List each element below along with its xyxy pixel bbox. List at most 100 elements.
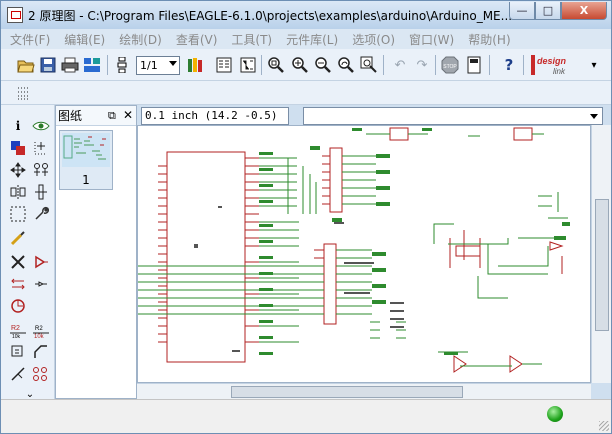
copy-icon[interactable]: [32, 161, 50, 179]
grid-dots-icon[interactable]: [15, 84, 33, 102]
coordinate-display: 0.1 inch (14.2 -0.5): [141, 107, 289, 125]
sheets-panel-title: 图纸: [58, 109, 83, 123]
sheet-thumbnail-image: [62, 133, 110, 167]
go-icon[interactable]: [465, 56, 483, 74]
toolbar-separator: [435, 55, 436, 75]
close-button[interactable]: X: [561, 2, 607, 20]
zoom-redraw-icon[interactable]: [337, 56, 355, 74]
redo-icon[interactable]: ↷: [413, 56, 431, 74]
print-icon[interactable]: [61, 56, 79, 74]
vertical-scrollbar[interactable]: [591, 125, 611, 383]
menu-options[interactable]: 选项(O): [345, 31, 402, 48]
replace-icon[interactable]: [9, 297, 27, 315]
mirror-icon[interactable]: [9, 183, 27, 201]
menu-library[interactable]: 元件库(L): [279, 31, 345, 48]
svg-text:design: design: [537, 56, 567, 66]
vertical-scrollbar-thumb[interactable]: [595, 199, 609, 331]
schematic-app-icon: [7, 7, 23, 23]
zoom-fit-icon[interactable]: [267, 56, 285, 74]
value-label-icon[interactable]: R2 10k: [32, 321, 50, 339]
sheets-panel-float-icon[interactable]: ⧉: [108, 109, 116, 123]
svg-text:10k: 10k: [12, 334, 21, 338]
library-icon[interactable]: [187, 56, 205, 74]
menu-help[interactable]: 帮助(H): [461, 31, 517, 48]
show-eye-icon[interactable]: [32, 117, 50, 135]
tool-palette: i R2 10k R2 10k ⌄: [1, 105, 55, 400]
move-icon[interactable]: [9, 161, 27, 179]
chevron-down-icon[interactable]: [590, 114, 598, 119]
zoom-area-icon[interactable]: [360, 56, 378, 74]
status-ready-indicator-icon: [547, 406, 563, 422]
paste-brush-icon[interactable]: [9, 229, 27, 247]
toolbar-separator: [107, 55, 108, 75]
chevron-down-icon: [169, 61, 177, 66]
svg-text:R2: R2: [11, 325, 20, 332]
sheet-select-value: 1/1: [140, 59, 158, 72]
invoke-icon[interactable]: [32, 365, 50, 383]
info-icon[interactable]: i: [9, 117, 27, 135]
help-icon[interactable]: ?: [500, 56, 518, 74]
sheets-panel-header: 图纸 ⧉ ✕: [56, 106, 136, 126]
svg-text:R2: R2: [35, 326, 43, 332]
split-icon[interactable]: [9, 365, 27, 383]
menu-bar: 文件(F) 编辑(E) 绘制(D) 查看(V) 工具(T) 元件库(L) 选项(…: [1, 29, 611, 49]
stop-icon[interactable]: STOP: [441, 56, 459, 74]
horizontal-scrollbar-thumb[interactable]: [231, 386, 463, 398]
name-label-icon[interactable]: R2 10k: [9, 321, 27, 339]
horizontal-scrollbar[interactable]: [137, 383, 591, 399]
designlink-logo[interactable]: design link: [531, 53, 583, 77]
miter-icon[interactable]: [32, 343, 50, 361]
cam-icon[interactable]: [83, 56, 101, 74]
command-line-input[interactable]: [303, 107, 603, 125]
chevron-down-icon[interactable]: ▾: [585, 56, 603, 74]
window-title: 2 原理图 - C:\Program Files\EAGLE-6.1.0\pro…: [28, 9, 513, 23]
layers-icon[interactable]: [9, 139, 27, 157]
gateswap-icon[interactable]: [32, 275, 50, 293]
add-part-icon[interactable]: [32, 253, 50, 271]
schematic-canvas[interactable]: [137, 125, 591, 383]
main-toolbar: 1/1 ↶ ↷ STOP ? design link ▾: [1, 49, 611, 81]
toolbar-separator: [383, 55, 384, 75]
resize-grip-icon[interactable]: [599, 421, 609, 431]
svg-text:STOP: STOP: [443, 64, 457, 70]
zoom-in-icon[interactable]: [291, 56, 309, 74]
menu-window[interactable]: 窗口(W): [402, 31, 461, 48]
sheet-icon[interactable]: [113, 56, 131, 74]
menu-tools[interactable]: 工具(T): [224, 31, 279, 48]
menu-view[interactable]: 查看(V): [169, 31, 225, 48]
rotate-icon[interactable]: [32, 183, 50, 201]
smash-icon[interactable]: [9, 343, 27, 361]
title-bar: 2 原理图 - C:\Program Files\EAGLE-6.1.0\pro…: [1, 1, 611, 29]
mark-icon[interactable]: [32, 139, 50, 157]
designlink-logo-graphic: design link: [531, 55, 567, 76]
minimize-button[interactable]: —: [509, 2, 535, 20]
change-wrench-icon[interactable]: [32, 205, 50, 223]
open-icon[interactable]: [17, 56, 35, 74]
svg-text:link: link: [553, 67, 566, 76]
group-icon[interactable]: [9, 205, 27, 223]
toolbar-separator: [261, 55, 262, 75]
maximize-button[interactable]: □: [535, 2, 561, 20]
svg-text:10k: 10k: [34, 334, 45, 338]
status-bar: [1, 399, 611, 433]
menu-draw[interactable]: 绘制(D): [112, 31, 169, 48]
board-icon[interactable]: [215, 56, 233, 74]
sheet-number: 1: [82, 173, 90, 187]
undo-icon[interactable]: ↶: [391, 56, 409, 74]
sheets-panel: 图纸 ⧉ ✕ 1: [55, 105, 137, 399]
sheets-panel-close-icon[interactable]: ✕: [123, 108, 133, 122]
menu-edit[interactable]: 编辑(E): [57, 31, 112, 48]
menu-file[interactable]: 文件(F): [3, 31, 57, 48]
toolbar-separator: [523, 55, 524, 75]
eagle-window: 2 原理图 - C:\Program Files\EAGLE-6.1.0\pro…: [0, 0, 612, 434]
zoom-out-icon[interactable]: [314, 56, 332, 74]
pinswap-icon[interactable]: [9, 275, 27, 293]
schematic-drawing: [138, 127, 570, 373]
save-icon[interactable]: [39, 56, 57, 74]
sheet-thumbnail[interactable]: 1: [59, 130, 113, 190]
secondary-toolbar: [1, 81, 611, 105]
schematic-icon[interactable]: [239, 56, 257, 74]
toolbar-separator: [489, 55, 490, 75]
delete-icon[interactable]: [9, 253, 27, 271]
sheet-select[interactable]: 1/1: [136, 56, 180, 75]
